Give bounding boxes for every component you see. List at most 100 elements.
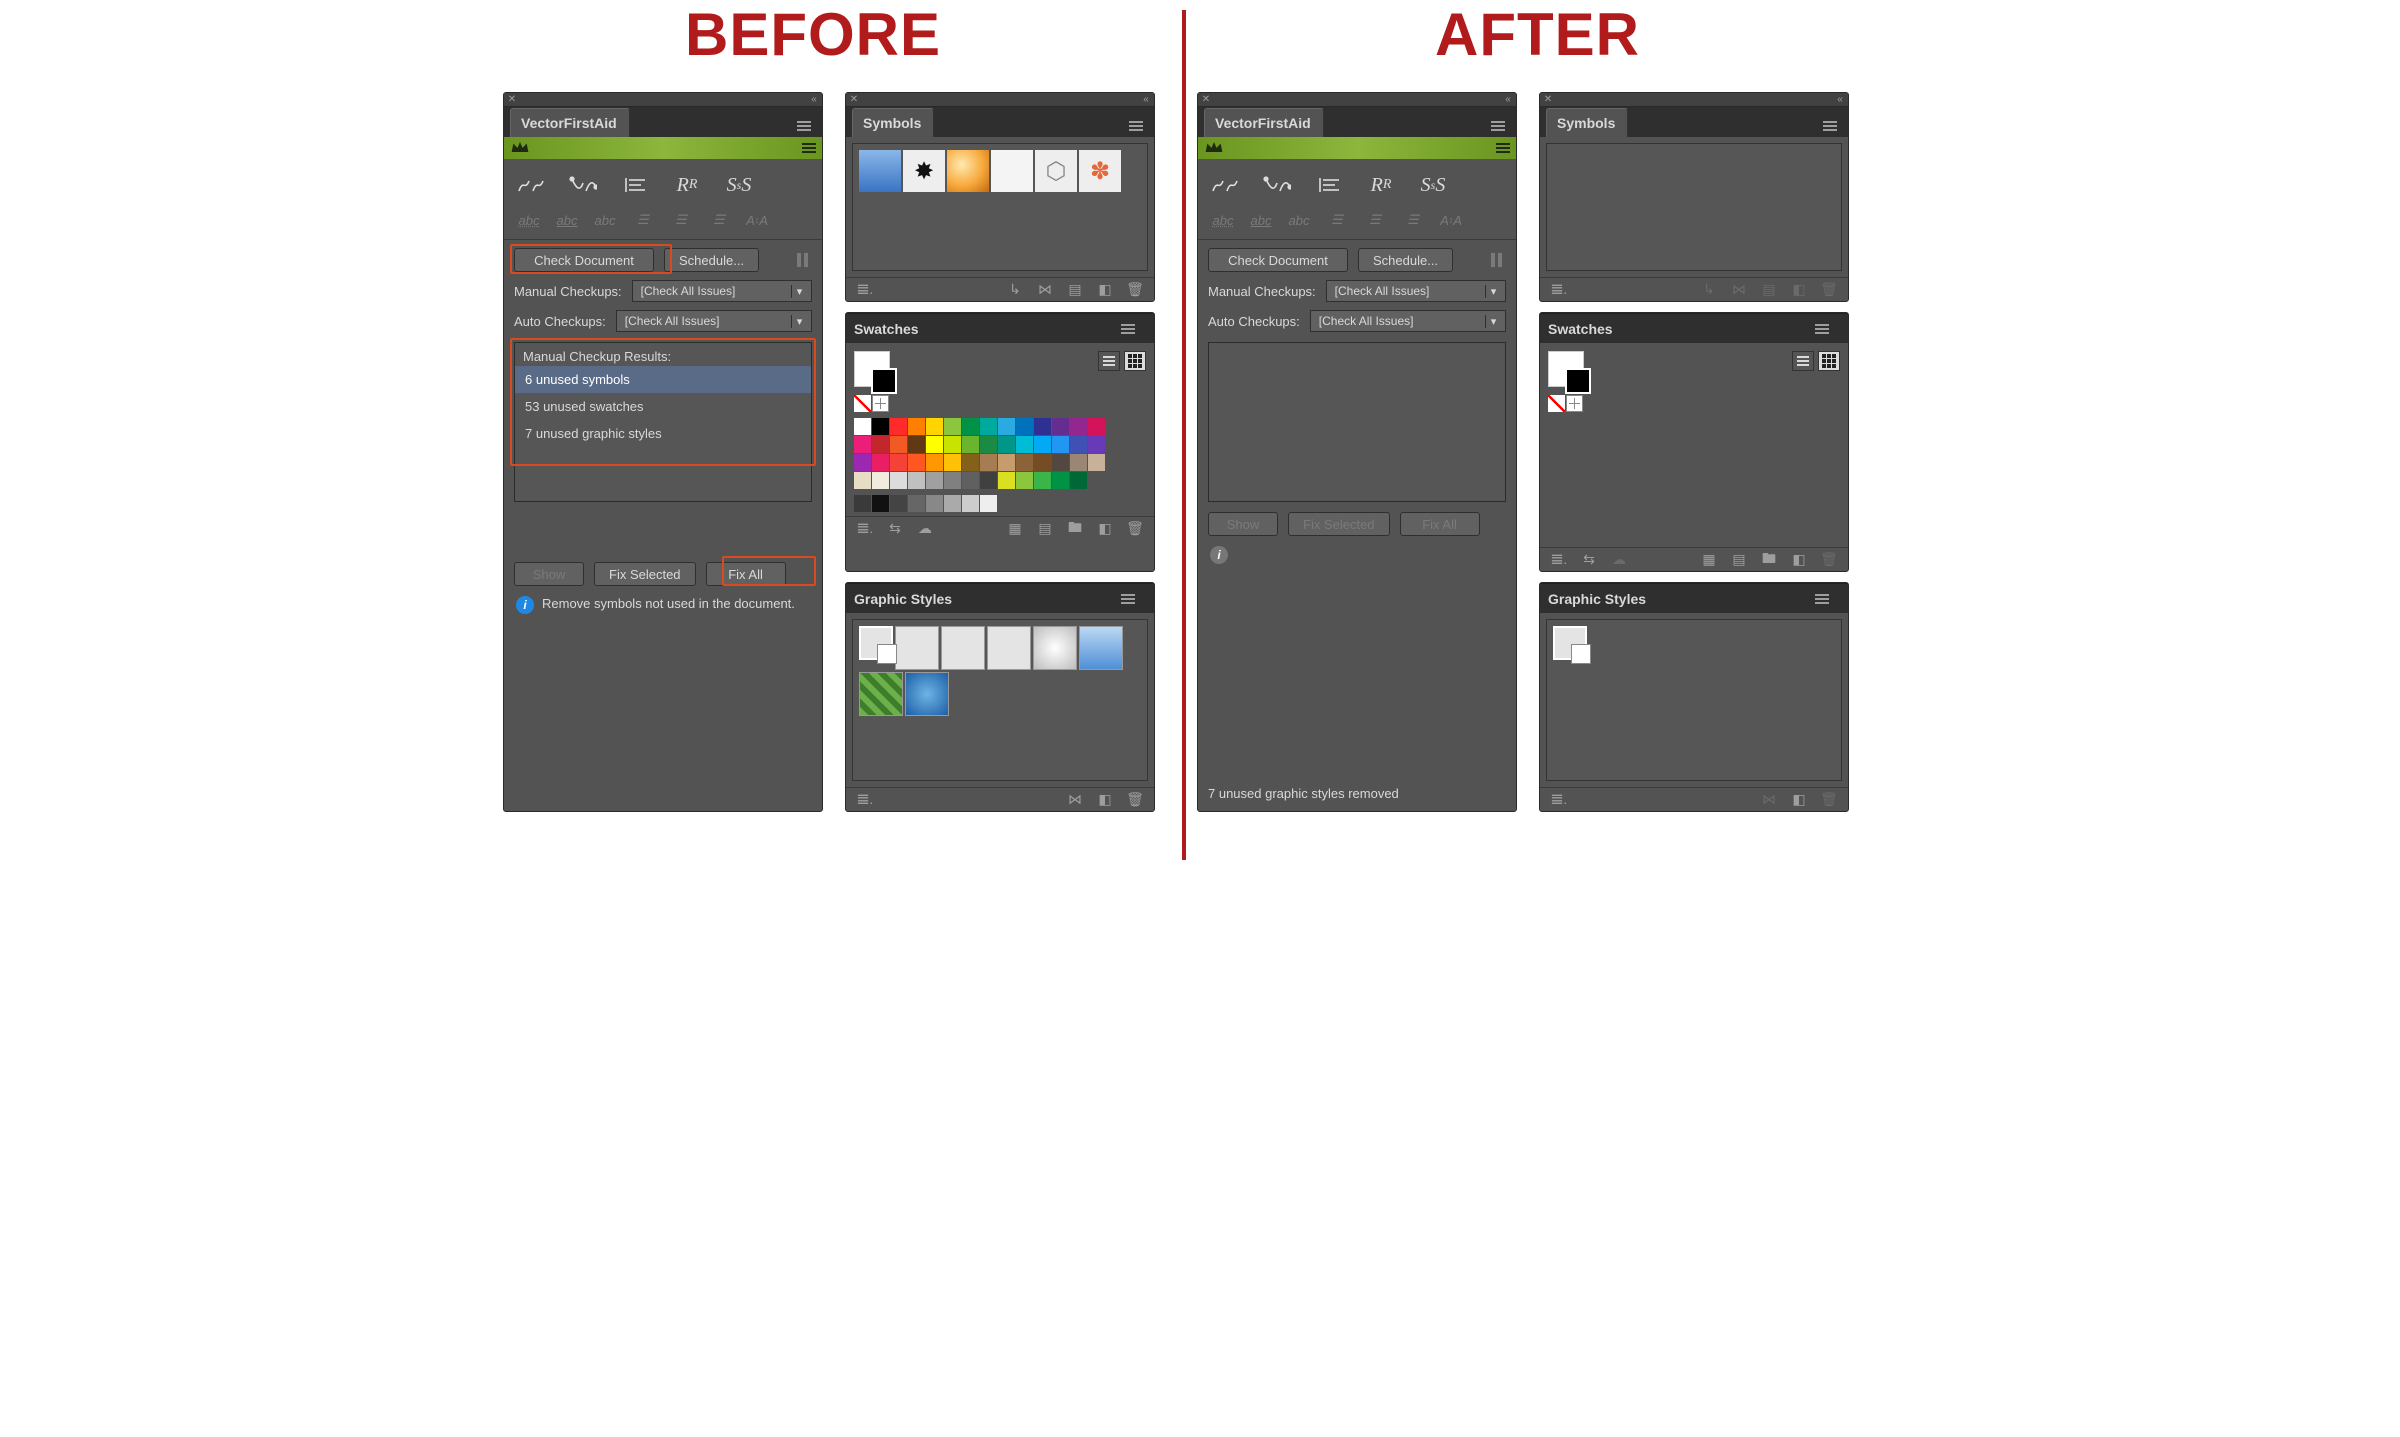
folder-icon[interactable]: 🖿 <box>1760 548 1778 572</box>
swatch[interactable] <box>998 418 1015 435</box>
symbol-thumb[interactable] <box>947 150 989 192</box>
swatch[interactable] <box>890 418 907 435</box>
swatch[interactable] <box>980 454 997 471</box>
library-icon[interactable]: 𝌆. <box>856 520 874 537</box>
panel-menu-icon[interactable] <box>1124 115 1148 137</box>
symbol-options-icon[interactable]: ▤ <box>1066 281 1084 298</box>
break-link-icon[interactable]: ⋈ <box>1066 791 1084 808</box>
swatch[interactable] <box>908 436 925 453</box>
library-icon[interactable]: 𝌆. <box>856 281 874 298</box>
swatch[interactable] <box>962 418 979 435</box>
panel-menu-icon[interactable] <box>792 115 816 137</box>
fix-all-button[interactable]: Fix All <box>706 562 786 586</box>
new-swatch-icon[interactable]: ◧ <box>1096 520 1114 537</box>
grid-view-button[interactable] <box>1818 351 1840 371</box>
trash-icon[interactable]: 🗑 <box>1126 791 1144 808</box>
registration-swatch-icon[interactable] <box>872 395 889 412</box>
swatch[interactable] <box>1088 418 1105 435</box>
swatch[interactable] <box>890 472 907 489</box>
swatch[interactable] <box>890 495 907 512</box>
abc-tool-2-icon[interactable]: abc <box>1246 209 1276 231</box>
check-document-button[interactable]: Check Document <box>514 248 654 272</box>
symbol-thumb[interactable]: ⬡ <box>1035 150 1077 192</box>
swatch-options-icon[interactable]: ▦ <box>1006 520 1024 537</box>
fill-stroke-indicator[interactable] <box>1548 351 1584 387</box>
swatch[interactable] <box>1088 454 1105 471</box>
align-sm-2-icon[interactable]: ☰ <box>1360 209 1390 231</box>
swatch[interactable] <box>1052 418 1069 435</box>
panel-menu-icon[interactable] <box>1116 318 1140 340</box>
swatches-tab[interactable]: Swatches <box>1548 321 1613 337</box>
swatch[interactable] <box>872 472 889 489</box>
fill-stroke-indicator[interactable] <box>854 351 890 387</box>
trash-icon[interactable]: 🗑 <box>1126 520 1144 537</box>
result-item[interactable]: 7 unused graphic styles <box>515 420 811 447</box>
result-item[interactable]: 53 unused swatches <box>515 393 811 420</box>
swatch[interactable] <box>944 436 961 453</box>
aa-tool-icon[interactable]: A↕A <box>742 209 772 231</box>
swatch[interactable] <box>1088 436 1105 453</box>
place-symbol-icon[interactable]: ↳ <box>1006 281 1024 298</box>
abc-tool-3-icon[interactable]: abc <box>1284 209 1314 231</box>
list-view-button[interactable] <box>1792 351 1814 371</box>
swatch[interactable] <box>944 495 961 512</box>
aa-tool-icon[interactable]: A↕A <box>1436 209 1466 231</box>
brand-menu-icon[interactable] <box>802 143 816 153</box>
ss-tool-icon[interactable]: SsS <box>1416 171 1450 199</box>
swatch[interactable] <box>1016 454 1033 471</box>
new-swatch-icon[interactable]: ◧ <box>1790 551 1808 568</box>
swatch[interactable] <box>890 436 907 453</box>
library-icon[interactable]: 𝌆. <box>1550 281 1568 298</box>
align-tool-icon[interactable] <box>618 171 652 199</box>
brand-menu-icon[interactable] <box>1496 143 1510 153</box>
swatch[interactable] <box>962 436 979 453</box>
list-view-button[interactable] <box>1098 351 1120 371</box>
show-button[interactable]: Show <box>514 562 584 586</box>
close-icon[interactable]: ✕ <box>1198 93 1214 107</box>
symbols-tab[interactable]: Symbols <box>852 108 934 137</box>
align-tool-icon[interactable] <box>1312 171 1346 199</box>
symbol-thumb[interactable] <box>859 150 901 192</box>
swatch[interactable] <box>908 472 925 489</box>
panel-menu-icon[interactable] <box>1810 318 1834 340</box>
swatch[interactable] <box>944 418 961 435</box>
collapse-icon[interactable]: « <box>1832 93 1848 107</box>
swatch[interactable] <box>980 472 997 489</box>
fix-selected-button[interactable]: Fix Selected <box>1288 512 1390 536</box>
graphic-style-thumb[interactable] <box>859 626 893 660</box>
swatch[interactable] <box>1070 436 1087 453</box>
graphic-style-thumb[interactable] <box>1033 626 1077 670</box>
swatch[interactable] <box>998 472 1015 489</box>
swatch[interactable] <box>962 495 979 512</box>
color-group-icon[interactable]: ▤ <box>1036 520 1054 537</box>
swatch[interactable] <box>872 495 889 512</box>
swatch[interactable] <box>926 436 943 453</box>
graphic-style-thumb[interactable] <box>1079 626 1123 670</box>
path-tool-icon[interactable] <box>1208 171 1242 199</box>
swatch[interactable] <box>1016 436 1033 453</box>
swatch[interactable] <box>926 454 943 471</box>
swatch[interactable] <box>854 418 871 435</box>
swatch[interactable] <box>854 472 871 489</box>
swatch[interactable] <box>1034 436 1051 453</box>
swatch[interactable] <box>908 454 925 471</box>
close-icon[interactable]: ✕ <box>846 93 862 107</box>
graphic-styles-tab[interactable]: Graphic Styles <box>854 591 952 607</box>
swatch[interactable] <box>908 495 925 512</box>
abc-tool-1-icon[interactable]: abc <box>1208 209 1238 231</box>
library-icon[interactable]: 𝌆. <box>1550 551 1568 568</box>
swatch[interactable] <box>854 436 871 453</box>
auto-checkups-dropdown[interactable]: [Check All Issues]▾ <box>1310 310 1506 332</box>
swatch[interactable] <box>926 495 943 512</box>
fix-selected-button[interactable]: Fix Selected <box>594 562 696 586</box>
collapse-icon[interactable]: « <box>1138 93 1154 107</box>
folder-swatch[interactable] <box>854 495 871 512</box>
swatch[interactable] <box>890 454 907 471</box>
path-tool-icon[interactable] <box>514 171 548 199</box>
swatch[interactable] <box>1070 454 1087 471</box>
abc-tool-1-icon[interactable]: abc <box>514 209 544 231</box>
registration-swatch-icon[interactable] <box>1566 395 1583 412</box>
auto-checkups-dropdown[interactable]: [Check All Issues]▾ <box>616 310 812 332</box>
close-icon[interactable]: ✕ <box>1540 93 1556 107</box>
swatch[interactable] <box>872 418 889 435</box>
